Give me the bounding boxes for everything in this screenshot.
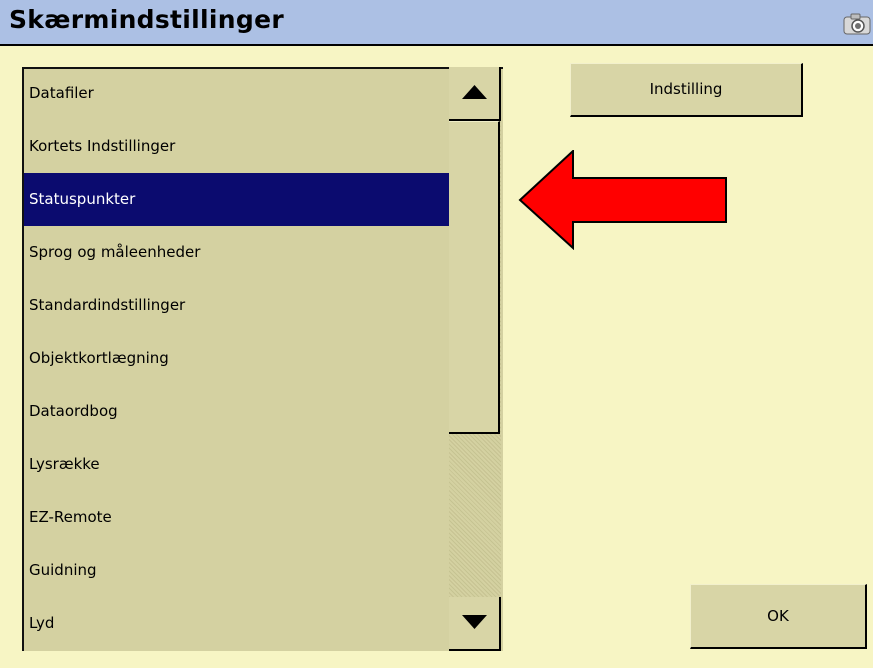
list-item-sprog-og-maaleenheder[interactable]: Sprog og måleenheder — [24, 226, 451, 279]
list-item-lysraekke[interactable]: Lysrække — [24, 438, 451, 491]
list-item-objektkortlaegning[interactable]: Objektkortlægning — [24, 332, 451, 385]
triangle-down-icon — [462, 615, 487, 629]
red-left-arrow-icon — [518, 150, 727, 250]
ok-button[interactable]: OK — [690, 584, 867, 649]
camera-icon[interactable] — [843, 13, 871, 35]
scrollbar-thumb[interactable] — [449, 121, 500, 434]
list-item-kortets-indstillinger[interactable]: Kortets Indstillinger — [24, 120, 451, 173]
list-item-ez-remote[interactable]: EZ-Remote — [24, 491, 451, 544]
window-title: Skærmindstillinger — [9, 5, 284, 34]
list-item-lyd[interactable]: Lyd — [24, 597, 451, 650]
list-item-guidning[interactable]: Guidning — [24, 544, 451, 597]
settings-list: Datafiler Kortets Indstillinger Statuspu… — [22, 67, 503, 651]
scroll-up-button[interactable] — [449, 67, 501, 121]
settings-button[interactable]: Indstilling — [570, 63, 803, 117]
list-item-standardindstillinger[interactable]: Standardindstillinger — [24, 279, 451, 332]
scroll-down-button[interactable] — [449, 597, 501, 651]
list-item-statuspunkter[interactable]: Statuspunkter — [24, 173, 451, 226]
list-item-dataordbog[interactable]: Dataordbog — [24, 385, 451, 438]
list-item-datafiler[interactable]: Datafiler — [24, 69, 451, 120]
triangle-up-icon — [462, 85, 487, 99]
title-bar: Skærmindstillinger — [0, 0, 873, 46]
